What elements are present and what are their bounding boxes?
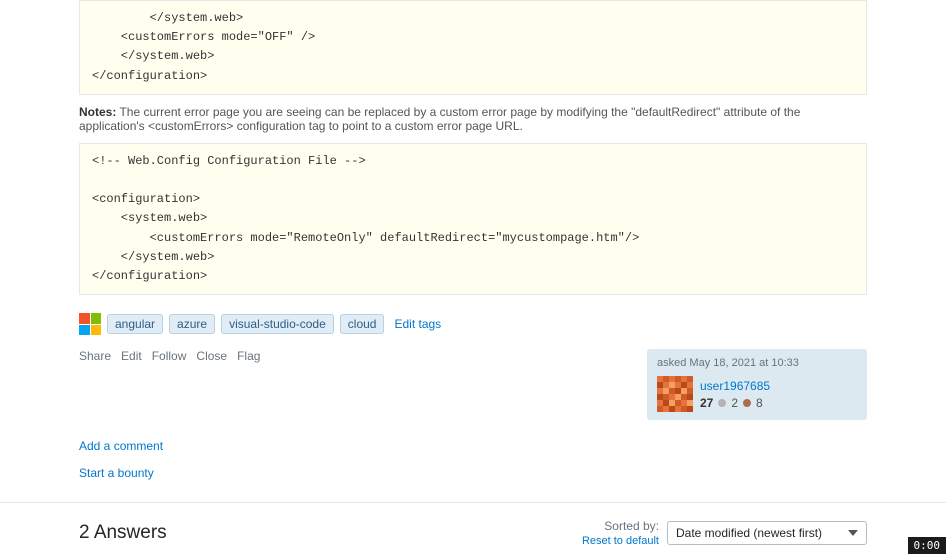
answers-label: Answers: [94, 522, 167, 543]
code-line: <!-- Web.Config Configuration File -->: [92, 152, 854, 171]
avatar-svg: [657, 376, 693, 412]
notes-label: Notes:: [79, 105, 116, 119]
answers-count: 2: [79, 522, 90, 543]
code-line: </configuration>: [92, 267, 854, 286]
user-info: user1967685 27 2 8: [700, 379, 770, 410]
silver-dot: [718, 399, 726, 407]
code-block-top: </system.web> <customErrors mode="OFF" /…: [79, 0, 867, 95]
user-reputation: 27 2 8: [700, 396, 770, 410]
bounty-link-section: Start a bounty: [79, 465, 867, 480]
code-line: <configuration>: [92, 190, 854, 209]
ms-logo-red: [79, 313, 90, 324]
time-display: 0:00: [914, 539, 941, 552]
notes-text: The current error page you are seeing ca…: [79, 105, 800, 133]
page-container: </system.web> <customErrors mode="OFF" /…: [0, 0, 946, 554]
edit-tags-link[interactable]: Edit tags: [394, 317, 441, 331]
sorted-by-label: Sorted by:: [604, 519, 659, 533]
tags-section: angular azure visual-studio-code cloud E…: [79, 313, 867, 335]
code-line: </configuration>: [92, 67, 854, 86]
comment-link-section: Add a comment: [79, 438, 867, 453]
ms-logo-green: [91, 313, 102, 324]
code-line: </system.web>: [92, 248, 854, 267]
ms-logo-yellow: [91, 325, 102, 336]
tag-azure[interactable]: azure: [169, 314, 215, 334]
reset-to-default-link[interactable]: Reset to default: [582, 535, 659, 547]
code-line: </system.web>: [92, 9, 854, 28]
code-line: </system.web>: [92, 47, 854, 66]
tag-angular[interactable]: angular: [107, 314, 163, 334]
edit-link[interactable]: Edit: [121, 349, 142, 363]
silver-count: 2: [731, 396, 738, 410]
user-avatar: [657, 376, 693, 412]
tag-visual-studio-code[interactable]: visual-studio-code: [221, 314, 334, 334]
answers-title: 2 Answers: [79, 522, 167, 544]
section-divider: [0, 502, 946, 503]
code-line: <system.web>: [92, 209, 854, 228]
code-line: [92, 171, 854, 190]
action-links: Share Edit Follow Close Flag: [79, 349, 260, 363]
follow-link[interactable]: Follow: [152, 349, 187, 363]
microsoft-logo: [79, 313, 101, 335]
add-comment-link[interactable]: Add a comment: [79, 439, 163, 453]
share-link[interactable]: Share: [79, 349, 111, 363]
rep-score: 27: [700, 396, 713, 410]
sort-bar: Sorted by: Reset to default Date modifie…: [582, 519, 867, 547]
code-line: <customErrors mode="RemoteOnly" defaultR…: [92, 229, 854, 248]
start-bounty-link[interactable]: Start a bounty: [79, 466, 154, 480]
bottom-bar: 0:00: [908, 537, 946, 554]
notes-section: Notes: The current error page you are se…: [79, 105, 867, 133]
ms-logo-blue: [79, 325, 90, 336]
bronze-dot: [743, 399, 751, 407]
flag-link[interactable]: Flag: [237, 349, 260, 363]
code-block-bottom: <!-- Web.Config Configuration File --> <…: [79, 143, 867, 295]
sort-select[interactable]: Date modified (newest first) Highest sco…: [667, 521, 867, 545]
code-line: <customErrors mode="OFF" />: [92, 28, 854, 47]
answers-section: 2 Answers Sorted by: Reset to default Da…: [79, 519, 867, 547]
tag-cloud[interactable]: cloud: [340, 314, 385, 334]
bronze-count: 8: [756, 396, 763, 410]
asked-label: asked May 18, 2021 at 10:33: [657, 357, 799, 369]
close-link[interactable]: Close: [196, 349, 227, 363]
username-link[interactable]: user1967685: [700, 379, 770, 393]
actions-row: Share Edit Follow Close Flag asked May 1…: [79, 349, 867, 420]
user-card: asked May 18, 2021 at 10:33: [647, 349, 867, 420]
